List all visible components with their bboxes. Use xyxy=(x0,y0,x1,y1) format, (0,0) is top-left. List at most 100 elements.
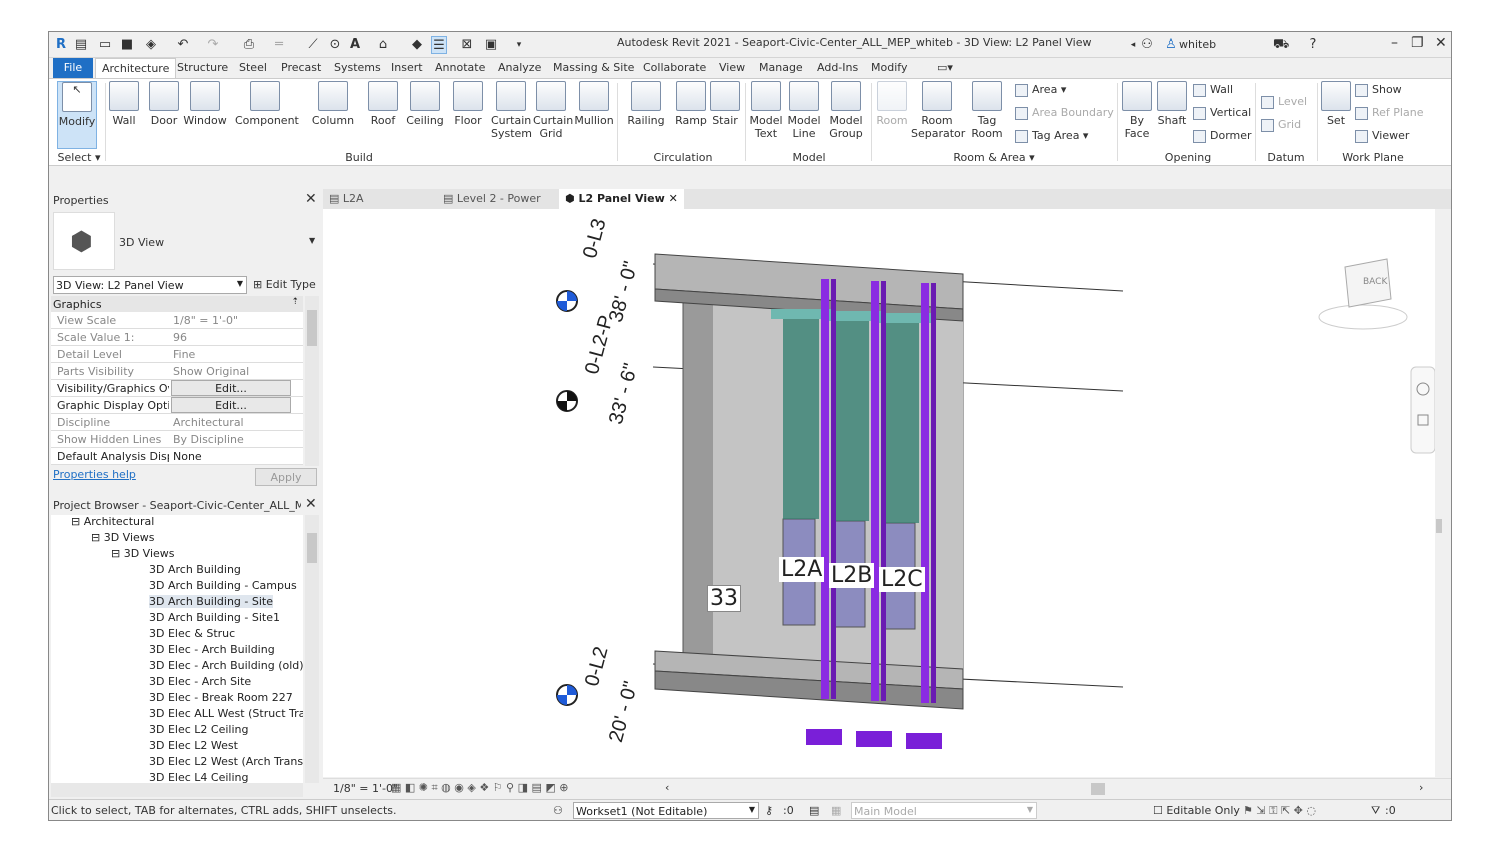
list-item[interactable]: 3D Arch Building - Site xyxy=(149,595,273,608)
browser-hscrollbar[interactable] xyxy=(51,783,303,797)
tag-room-button[interactable]: Tag Room xyxy=(969,81,1005,140)
grid-button[interactable]: Grid xyxy=(1261,118,1301,132)
area-boundary-button[interactable]: Area Boundary xyxy=(1015,106,1114,120)
property-row[interactable]: Detail Level Fine xyxy=(51,346,303,363)
panel-tag-l2a[interactable]: L2A xyxy=(779,557,825,582)
mullion-button[interactable]: Mullion xyxy=(573,81,615,127)
conduit[interactable] xyxy=(921,283,929,703)
tab-analyze[interactable]: Analyze xyxy=(492,58,547,78)
property-row[interactable]: Discipline Architectural xyxy=(51,414,303,431)
list-item[interactable]: 3D Elec L4 Ceiling xyxy=(149,771,248,783)
view-tab-level-2-power[interactable]: ▤ Level 2 - Power xyxy=(443,189,541,209)
room-separator-button[interactable]: Room Separator xyxy=(911,81,965,140)
viewcube-face-label[interactable]: BACK xyxy=(1363,277,1387,287)
user-icon[interactable]: ♙ xyxy=(1163,36,1179,54)
tag-icon[interactable]: ⊙ xyxy=(327,36,343,54)
list-item[interactable]: 3D Elec - Arch Building xyxy=(149,643,275,656)
tab-insert[interactable]: Insert xyxy=(385,58,429,78)
list-item[interactable]: 3D Arch Building - Campus xyxy=(149,579,297,592)
measure-icon[interactable]: ═ xyxy=(271,36,287,54)
conduit[interactable] xyxy=(871,281,879,701)
instance-selector[interactable]: 3D View: L2 Panel View ▼ xyxy=(53,276,247,294)
stair-button[interactable]: Stair xyxy=(709,81,741,127)
browser-close-icon[interactable]: ✕ xyxy=(305,496,317,512)
vertical-button[interactable]: Vertical xyxy=(1193,106,1251,120)
property-row[interactable]: View Scale 1/8" = 1'-0" xyxy=(51,312,303,329)
room-tag[interactable]: 33 xyxy=(707,585,741,612)
set-button[interactable]: Set xyxy=(1321,81,1351,127)
list-item[interactable]: 3D Elec - Arch Site xyxy=(149,675,251,688)
wall-opening-button[interactable]: Wall xyxy=(1193,83,1233,97)
close-icon[interactable]: ✕ xyxy=(669,192,678,205)
tree-node-3d-views[interactable]: ⊟ 3D Views xyxy=(91,531,155,544)
design-options-icon[interactable]: ⚷ xyxy=(765,804,773,817)
open-icon[interactable]: ▤ xyxy=(73,36,89,54)
door-button[interactable]: Door xyxy=(147,81,181,127)
section-icon[interactable]: ◆ xyxy=(409,36,425,54)
list-item[interactable]: 3D Elec - Arch Building (old) xyxy=(149,659,304,672)
redo-icon[interactable]: ↷ xyxy=(205,36,221,54)
tab-steel[interactable]: Steel xyxy=(233,58,273,78)
viewcube-ring[interactable] xyxy=(1318,304,1408,330)
property-row[interactable]: Scale Value 1: 96 xyxy=(51,329,303,346)
browser-scrollbar[interactable] xyxy=(305,515,319,783)
tab-architecture[interactable]: Architecture xyxy=(95,58,177,78)
property-row[interactable]: Show Hidden Lines By Discipline xyxy=(51,431,303,448)
type-selector-chevron-icon[interactable]: ▼ xyxy=(309,236,315,245)
tab-manage[interactable]: Manage xyxy=(753,58,809,78)
list-item[interactable]: 3D Elec - Break Room 227 xyxy=(149,691,293,704)
view-scale[interactable]: 1/8" = 1'-0" xyxy=(333,782,398,795)
canvas-hscroll-thumb[interactable] xyxy=(1091,783,1105,795)
feeder-bundle[interactable] xyxy=(833,321,869,521)
scroll-left-icon[interactable]: ‹ xyxy=(665,781,669,794)
tab-precast[interactable]: Precast xyxy=(275,58,327,78)
list-item[interactable]: 3D Arch Building xyxy=(149,563,241,576)
modify-button[interactable]: ↖ Modify xyxy=(57,81,97,149)
3d-view-icon[interactable]: ⌂ xyxy=(375,36,391,54)
list-item[interactable]: 3D Elec ALL West (Struct Transp xyxy=(149,707,303,720)
community-icon[interactable]: ⚇ xyxy=(1139,36,1155,54)
tab-collaborate[interactable]: Collaborate xyxy=(637,58,712,78)
scrollbar-thumb[interactable] xyxy=(307,533,317,563)
view-tab-l2-panel-view[interactable]: ⬢ L2 Panel View ✕ xyxy=(559,189,684,209)
tag-area-button[interactable]: Tag Area ▾ xyxy=(1015,129,1088,143)
dimension-icon[interactable]: ⟋ xyxy=(305,36,321,54)
model-text-button[interactable]: Model Text xyxy=(749,81,783,140)
panel-tag-l2b[interactable]: L2B xyxy=(829,563,875,588)
list-item[interactable]: 3D Arch Building - Site1 xyxy=(149,611,280,624)
graphics-group-header[interactable]: Graphics ⇡ xyxy=(51,296,303,312)
drawing-canvas[interactable]: 0-L3 38' - 0" 0-L2-P 33' - 6" 0-L2 20' -… xyxy=(323,209,1443,777)
viewer-button[interactable]: Viewer xyxy=(1355,129,1409,143)
component-button[interactable]: Component xyxy=(235,81,299,127)
conduit[interactable] xyxy=(881,281,886,701)
help-icon[interactable]: ? xyxy=(1305,36,1321,54)
tab-structure[interactable]: Structure xyxy=(171,58,234,78)
graphic-display-edit-button[interactable]: Edit... xyxy=(171,397,291,413)
minimize-icon[interactable]: – xyxy=(1391,35,1398,51)
tab-modify[interactable]: Modify xyxy=(865,58,913,78)
workset-dropdown[interactable]: Workset1 (Not Editable) ▼ xyxy=(573,802,759,819)
property-row[interactable]: Parts Visibility Show Original xyxy=(51,363,303,380)
scrollbar-thumb[interactable] xyxy=(307,310,317,346)
properties-close-icon[interactable]: ✕ xyxy=(305,191,317,207)
revit-logo-icon[interactable]: R xyxy=(53,36,69,54)
folder-icon[interactable]: ▭ xyxy=(97,36,113,54)
selection-options-icons[interactable]: ⚑ ⇲ ⚿ ⇱ ✥ ◌ xyxy=(1243,804,1316,818)
scrollbar-thumb[interactable] xyxy=(1436,519,1442,533)
level-button[interactable]: Level xyxy=(1261,95,1307,109)
conduit-box[interactable] xyxy=(856,731,892,747)
window-button[interactable]: Window xyxy=(183,81,227,127)
scroll-right-icon[interactable]: › xyxy=(1419,781,1423,794)
restore-icon[interactable]: ❐ xyxy=(1411,35,1424,51)
view-tab-l2a[interactable]: ▤ L2A xyxy=(329,189,364,209)
curtain-grid-button[interactable]: Curtain Grid xyxy=(533,81,573,140)
area-button[interactable]: Area ▾ xyxy=(1015,83,1066,97)
list-item[interactable]: 3D Elec & Struc xyxy=(149,627,235,640)
dormer-button[interactable]: Dormer xyxy=(1193,129,1252,143)
close-hidden-icon[interactable]: ⊠ xyxy=(459,36,475,54)
editable-only-checkbox[interactable]: ☐ Editable Only xyxy=(1153,804,1240,817)
show-button[interactable]: Show xyxy=(1355,83,1402,97)
model-group-button[interactable]: Model Group xyxy=(827,81,865,140)
model-line-button[interactable]: Model Line xyxy=(787,81,821,140)
switch-windows-icon[interactable]: ▣ xyxy=(483,36,499,54)
